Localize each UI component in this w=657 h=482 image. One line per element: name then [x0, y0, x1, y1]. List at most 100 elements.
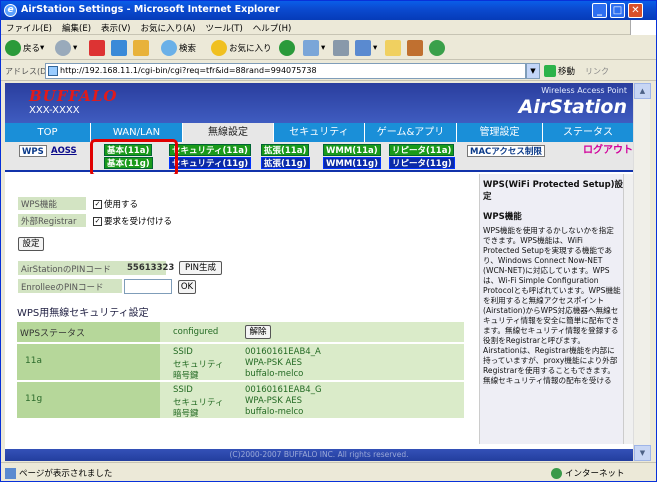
ssid-key: SSID: [173, 385, 193, 395]
subnav-mac-filter[interactable]: MACアクセス制限: [467, 145, 545, 157]
mail-button[interactable]: ▾: [303, 39, 325, 57]
ssid-value: 00160161EAB4_A: [245, 347, 321, 357]
mail-icon: [303, 40, 319, 56]
folder-button[interactable]: [385, 39, 403, 57]
band-11g-label: 11g: [17, 382, 160, 418]
address-bar: アドレス(D) http://192.168.11.1/cgi-bin/cgi?…: [1, 61, 656, 81]
subnav-extended-11g[interactable]: 拡張(11g): [261, 157, 310, 169]
product-logo: AirStation: [518, 96, 627, 118]
subnav-repeater-11g[interactable]: リピータ(11g): [389, 157, 455, 169]
wps-enable-checkbox[interactable]: ✓ 使用する: [93, 198, 138, 210]
stop-icon: [89, 40, 105, 56]
stop-button[interactable]: [89, 39, 107, 57]
toolbar: 戻る ▾ ▾ 検索 お気に入り ▾ ▾: [1, 36, 656, 60]
tab-game-app[interactable]: ゲーム&アプリ: [365, 123, 457, 142]
back-arrow-icon: [5, 40, 21, 56]
subnav-wps[interactable]: WPS: [19, 145, 47, 157]
page-done-icon: [5, 467, 16, 479]
subnav-aoss[interactable]: AOSS: [49, 145, 79, 157]
maximize-button[interactable]: □: [610, 3, 625, 18]
ssid-value: 00160161EAB4_G: [245, 385, 322, 395]
enrollee-pin-label: EnrolleeのPINコード: [21, 283, 104, 293]
help-title: WPS(WiFi Protected Setup)設定: [483, 180, 624, 202]
subnav-security-11a[interactable]: セキュリティ(11a): [169, 144, 251, 156]
external-registrar-label: 外部Registrar: [21, 217, 77, 227]
ok-button[interactable]: OK: [178, 280, 196, 294]
copyright-footer: (C)2000-2007 BUFFALO INC. All rights res…: [5, 449, 633, 461]
tab-security[interactable]: セキュリティ: [274, 123, 365, 142]
home-icon: [133, 40, 149, 56]
links-button[interactable]: リンク: [585, 66, 609, 77]
home-button[interactable]: [133, 39, 151, 57]
tab-top[interactable]: TOP: [5, 123, 91, 142]
back-button[interactable]: 戻る ▾: [5, 39, 44, 57]
print-button[interactable]: [333, 39, 351, 57]
airstation-pin-label: AirStationのPINコード: [21, 265, 111, 275]
subnav-repeater-11a[interactable]: リピータ(11a): [389, 144, 455, 156]
main-form: WPS機能 ✓ 使用する 外部Registrar ✓ 要求を受け付ける 設定 Air…: [5, 174, 475, 444]
status-label: WPSステータス: [17, 322, 160, 342]
status-message: ページが表示されました: [5, 467, 112, 479]
page-scrollbar[interactable]: ▲ ▼: [633, 83, 651, 461]
set-button[interactable]: 設定: [18, 237, 44, 251]
status-bar: ページが表示されました インターネット: [1, 462, 656, 481]
pin-generate-button[interactable]: PIN生成: [179, 261, 222, 275]
menu-help[interactable]: ヘルプ(H): [248, 20, 297, 36]
browser-window: e AirStation Settings - Microsoft Intern…: [0, 0, 657, 482]
help-scrollbar[interactable]: [623, 174, 633, 444]
subnav-wmm-11g[interactable]: WMM(11g): [323, 157, 381, 169]
address-dropdown[interactable]: ▼: [526, 63, 540, 79]
menu-edit[interactable]: 編集(E): [57, 20, 96, 36]
header-banner: BUFFALO XXX-XXXX Wireless Access Point A…: [5, 83, 633, 123]
page-content: BUFFALO XXX-XXXX Wireless Access Point A…: [5, 83, 633, 461]
status-value: configured: [173, 327, 219, 337]
forward-arrow-icon: [55, 40, 71, 56]
subnav-wmm-11a[interactable]: WMM(11a): [323, 144, 381, 156]
help-body: WPS機能を使用するかしないかを指定できます。WPS機能は、WiFi Prote…: [483, 226, 621, 385]
menu-favorites[interactable]: お気に入り(A): [135, 20, 200, 36]
table-row: WPSステータス configured 解除: [17, 322, 464, 342]
release-button[interactable]: 解除: [245, 325, 271, 339]
security-table: WPSステータス configured 解除 11a SSID セキュリティ 暗…: [17, 322, 464, 447]
subnav-security-11g[interactable]: セキュリティ(11g): [169, 157, 252, 169]
enrollee-pin-input[interactable]: [124, 279, 172, 294]
refresh-button[interactable]: [111, 39, 129, 57]
brand-logo: BUFFALO: [29, 87, 118, 105]
research-button[interactable]: [407, 39, 425, 57]
encryption-key-label: 暗号鍵: [173, 371, 199, 381]
scroll-down-icon[interactable]: ▼: [634, 445, 651, 461]
scroll-up-icon[interactable]: ▲: [634, 83, 651, 99]
encryption-key-value: buffalo-melco: [245, 369, 304, 379]
window-title: AirStation Settings - Microsoft Internet…: [21, 4, 280, 15]
table-row: 11a SSID セキュリティ 暗号鍵 00160161EAB4_A WPA-P…: [17, 344, 464, 381]
history-icon: [279, 40, 295, 56]
tab-status[interactable]: ステータス: [543, 123, 633, 142]
ie-icon: e: [4, 4, 17, 17]
close-button[interactable]: ✕: [628, 3, 643, 18]
messenger-button[interactable]: [429, 39, 447, 57]
menu-view[interactable]: 表示(V): [96, 20, 135, 36]
search-icon: [161, 40, 177, 56]
airstation-pin-value: 55613323: [127, 263, 175, 273]
minimize-button[interactable]: _: [592, 3, 607, 18]
menu-file[interactable]: ファイル(E): [1, 20, 57, 36]
go-button[interactable]: 移動: [544, 65, 575, 77]
highlight-frame: [90, 139, 178, 177]
external-registrar-checkbox[interactable]: ✓ 要求を受け付ける: [93, 215, 172, 227]
history-button[interactable]: [279, 39, 297, 57]
security-heading: WPS用無線セキュリティ設定: [17, 308, 149, 319]
star-icon: [211, 40, 227, 56]
logout-link[interactable]: ログアウト: [581, 145, 633, 157]
address-label: アドレス(D): [5, 67, 50, 76]
search-button[interactable]: 検索: [161, 39, 196, 57]
tab-admin[interactable]: 管理設定: [457, 123, 543, 142]
menu-bar: ファイル(E) 編集(E) 表示(V) お気に入り(A) ツール(T) ヘルプ(H): [1, 20, 656, 35]
band-11a-label: 11a: [17, 344, 160, 380]
favorites-button[interactable]: お気に入り: [211, 39, 272, 57]
forward-button[interactable]: ▾: [55, 39, 77, 57]
address-input[interactable]: http://192.168.11.1/cgi-bin/cgi?req=tfr&…: [45, 63, 526, 79]
edit-button[interactable]: ▾: [355, 39, 377, 57]
subnav-extended-11a[interactable]: 拡張(11a): [261, 144, 310, 156]
tab-wireless[interactable]: 無線設定: [183, 123, 274, 142]
menu-tools[interactable]: ツール(T): [200, 20, 247, 36]
